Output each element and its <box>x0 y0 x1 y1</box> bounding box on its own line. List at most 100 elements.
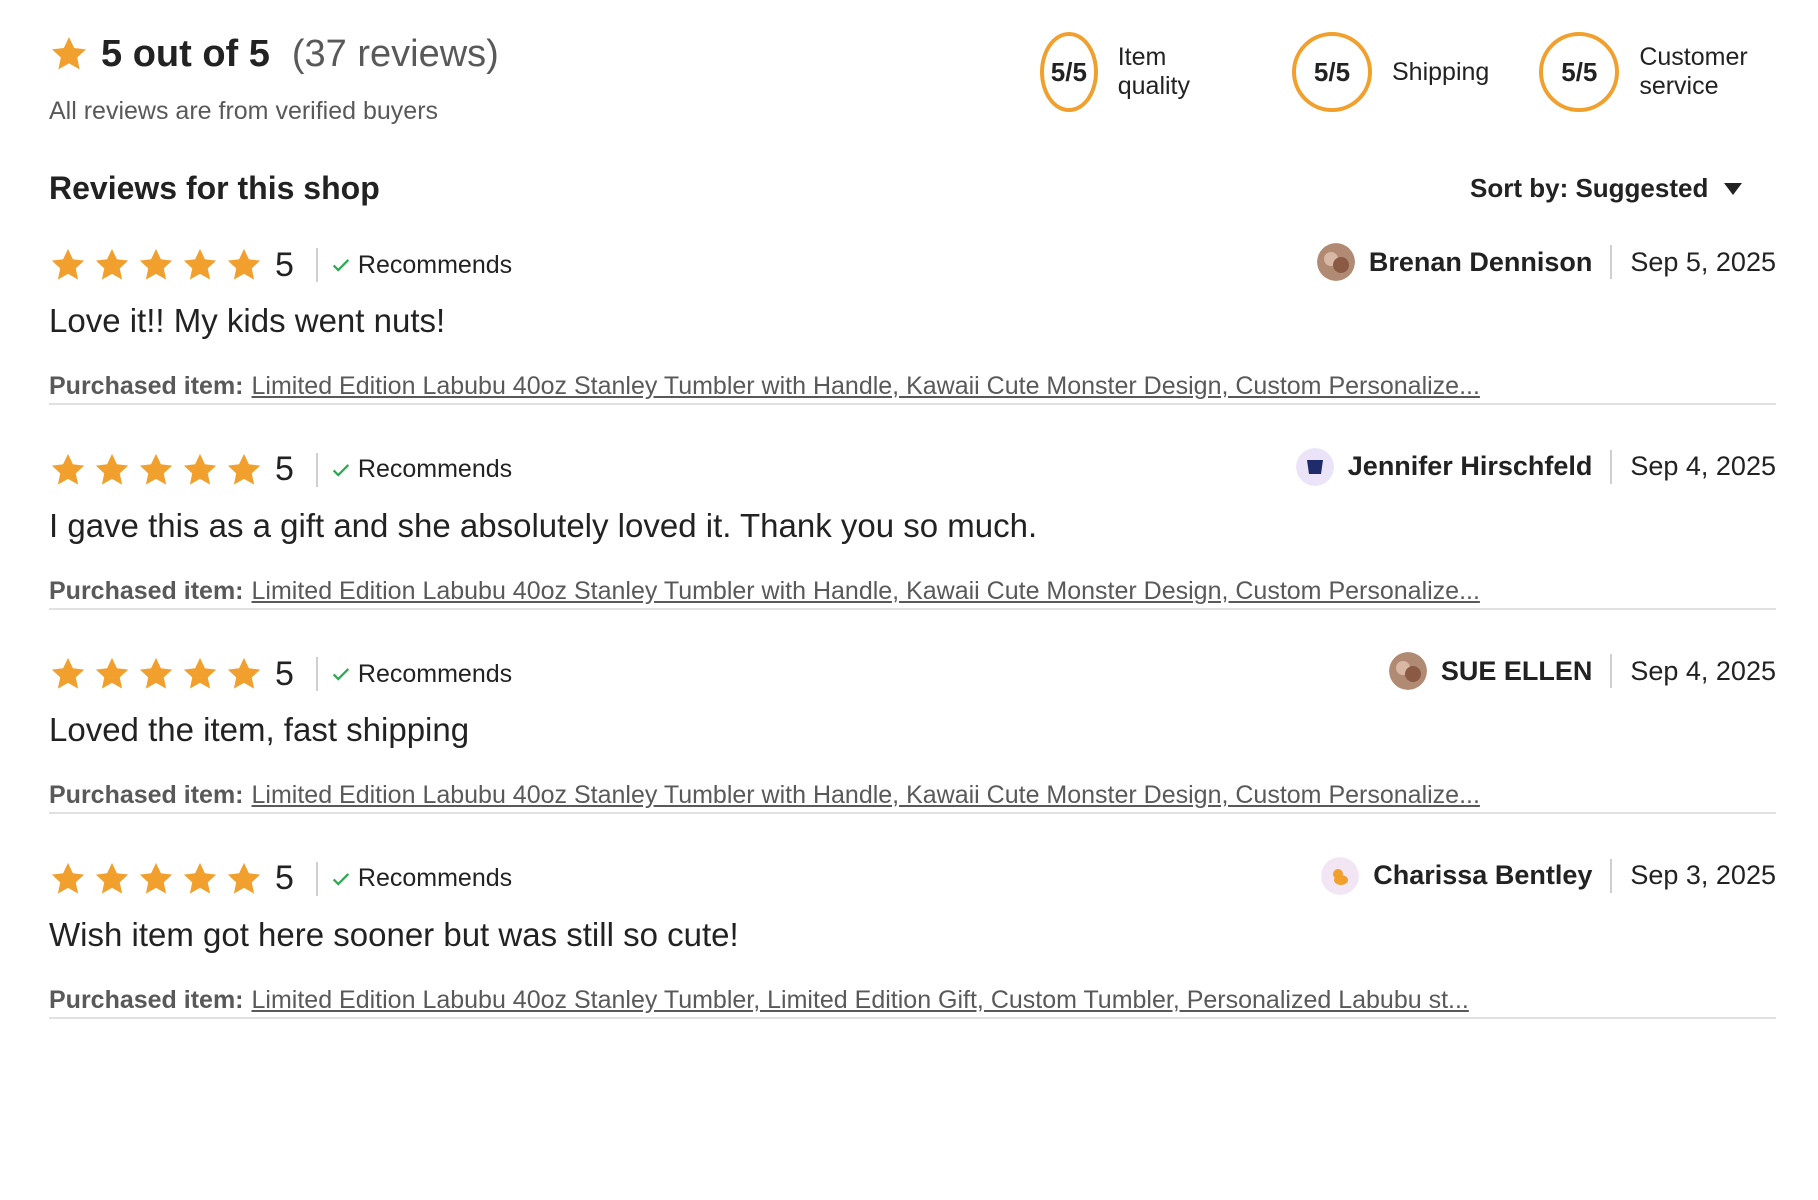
star-icon <box>139 453 173 485</box>
purchased-item-link[interactable]: Limited Edition Labubu 40oz Stanley Tumb… <box>252 781 1480 809</box>
star-icon <box>139 862 173 894</box>
star-icon <box>51 657 85 689</box>
recommends-label: Recommends <box>357 455 513 483</box>
star-icon <box>183 248 217 280</box>
verified-buyers-note: All reviews are from verified buyers <box>49 97 439 125</box>
purchased-item: Purchased item: Limited Edition Labubu 40… <box>49 372 1699 401</box>
check-icon <box>332 259 350 272</box>
rating-row: 5 Recommends <box>49 240 512 290</box>
star-rating <box>49 860 269 898</box>
review-count: (37 reviews) <box>291 32 499 75</box>
sort-dropdown[interactable]: Sort by: Suggested <box>1470 173 1743 204</box>
review-text: Loved the item, fast shipping <box>49 711 470 748</box>
star-icon <box>95 248 129 280</box>
purchased-item-link[interactable]: Limited Edition Labubu 40oz Stanley Tumb… <box>252 577 1480 605</box>
rating-summary: 5 out of 5 (37 reviews) All reviews are … <box>49 28 499 126</box>
star-icon <box>183 657 217 689</box>
review-item: 5 Recommends Brenan Dennison Sep 5, 2025 Lov… <box>49 240 1776 405</box>
star-icon <box>51 862 85 894</box>
review-author: Jennifer Hirschfeld Sep 4, 2025 <box>1295 447 1776 487</box>
overall-score: 5 out of 5 <box>101 32 270 75</box>
star-icon <box>227 453 261 485</box>
avatar[interactable] <box>1295 447 1334 486</box>
rating-row: 5 Recommends <box>49 445 512 495</box>
rating-value: 5 <box>275 859 294 897</box>
star-icon <box>52 37 86 70</box>
star-icon <box>95 862 129 894</box>
star-rating <box>49 655 269 693</box>
review-item: 5 Recommends SUE ELLEN Sep 4, 2025 Loved the… <box>49 649 1776 814</box>
score-item-quality: 5/5 Item quality <box>1040 32 1190 112</box>
divider <box>315 248 318 282</box>
review-item: 5 Recommends Charissa Bentley Sep 3, 2025 Wi… <box>49 854 1776 1019</box>
review-date: Sep 3, 2025 <box>1630 860 1776 890</box>
author-name[interactable]: SUE ELLEN <box>1441 656 1593 687</box>
rating-row: 5 Recommends <box>49 854 512 904</box>
avatar[interactable] <box>1321 856 1360 895</box>
rating-summary-line: 5 out of 5 (37 reviews) <box>49 28 499 80</box>
star-icon <box>227 657 261 689</box>
score-circle: 5/5 <box>1292 32 1372 112</box>
review-text: Wish item got here sooner but was still … <box>49 915 739 953</box>
avatar[interactable] <box>1388 652 1427 690</box>
purchased-label: Purchased item: <box>49 372 244 400</box>
avatar[interactable] <box>1316 243 1355 281</box>
star-rating <box>49 246 269 284</box>
author-name[interactable]: Brenan Dennison <box>1369 247 1593 278</box>
star-icon <box>139 248 173 280</box>
star-icon <box>51 248 85 280</box>
rating-value: 5 <box>275 245 294 284</box>
divider <box>1610 858 1613 893</box>
score-breakdown: 5/5 Item quality 5/5 Shipping 5/5 Custom… <box>1040 32 1759 112</box>
check-icon <box>332 463 350 477</box>
rating-row: 5 Recommends <box>49 649 512 699</box>
star-icon <box>95 657 129 689</box>
purchased-item: Purchased item: Limited Edition Labubu 40… <box>49 986 1699 1015</box>
score-label: Shipping <box>1392 57 1490 86</box>
rating-value: 5 <box>275 450 294 488</box>
star-icon <box>95 453 129 485</box>
purchased-item: Purchased item: Limited Edition Labubu 40… <box>49 577 1699 606</box>
review-date: Sep 4, 2025 <box>1630 451 1776 481</box>
divider <box>1610 654 1613 688</box>
star-icon <box>51 453 85 485</box>
review-author: Brenan Dennison Sep 5, 2025 <box>1316 242 1776 282</box>
purchased-label: Purchased item: <box>49 985 244 1014</box>
divider <box>315 657 318 691</box>
review-date: Sep 5, 2025 <box>1630 246 1776 277</box>
star-icon <box>183 862 217 894</box>
star-rating <box>49 451 269 489</box>
review-text: Love it!! My kids went nuts! <box>49 302 446 339</box>
recommends-label: Recommends <box>357 659 513 688</box>
star-icon <box>227 862 261 894</box>
author-name[interactable]: Jennifer Hirschfeld <box>1348 451 1593 482</box>
purchased-item-link[interactable]: Limited Edition Labubu 40oz Stanley Tumb… <box>252 986 1469 1014</box>
review-date: Sep 4, 2025 <box>1630 655 1776 686</box>
review-text: I gave this as a gift and she absolutely… <box>49 506 1038 544</box>
score-label: Item quality <box>1117 43 1190 100</box>
divider <box>1610 245 1613 279</box>
sort-label: Sort by: Suggested <box>1470 173 1709 203</box>
review-author: SUE ELLEN Sep 4, 2025 <box>1388 651 1776 691</box>
rating-value: 5 <box>275 654 294 693</box>
recommends-label: Recommends <box>357 864 513 892</box>
recommends-label: Recommends <box>357 250 513 279</box>
purchased-item-link[interactable]: Limited Edition Labubu 40oz Stanley Tumb… <box>252 372 1480 400</box>
score-item-customer-service: 5/5 Customer service <box>1539 32 1759 112</box>
purchased-label: Purchased item: <box>49 781 244 809</box>
star-icon <box>227 248 261 280</box>
purchased-item: Purchased item: Limited Edition Labubu 40… <box>49 781 1699 810</box>
star-icon <box>139 657 173 689</box>
caret-down-icon <box>1724 182 1743 195</box>
check-icon <box>332 872 350 886</box>
purchased-label: Purchased item: <box>49 576 244 605</box>
score-circle: 5/5 <box>1040 32 1098 112</box>
score-label: Customer service <box>1639 43 1748 100</box>
score-item-shipping: 5/5 Shipping <box>1292 32 1489 112</box>
author-name[interactable]: Charissa Bentley <box>1373 860 1592 891</box>
review-item: 5 Recommends Jennifer Hirschfeld Sep 4, 202… <box>49 445 1776 610</box>
divider <box>315 861 318 896</box>
star-icon <box>183 453 217 485</box>
review-author: Charissa Bentley Sep 3, 2025 <box>1321 856 1776 896</box>
divider <box>1610 449 1613 484</box>
